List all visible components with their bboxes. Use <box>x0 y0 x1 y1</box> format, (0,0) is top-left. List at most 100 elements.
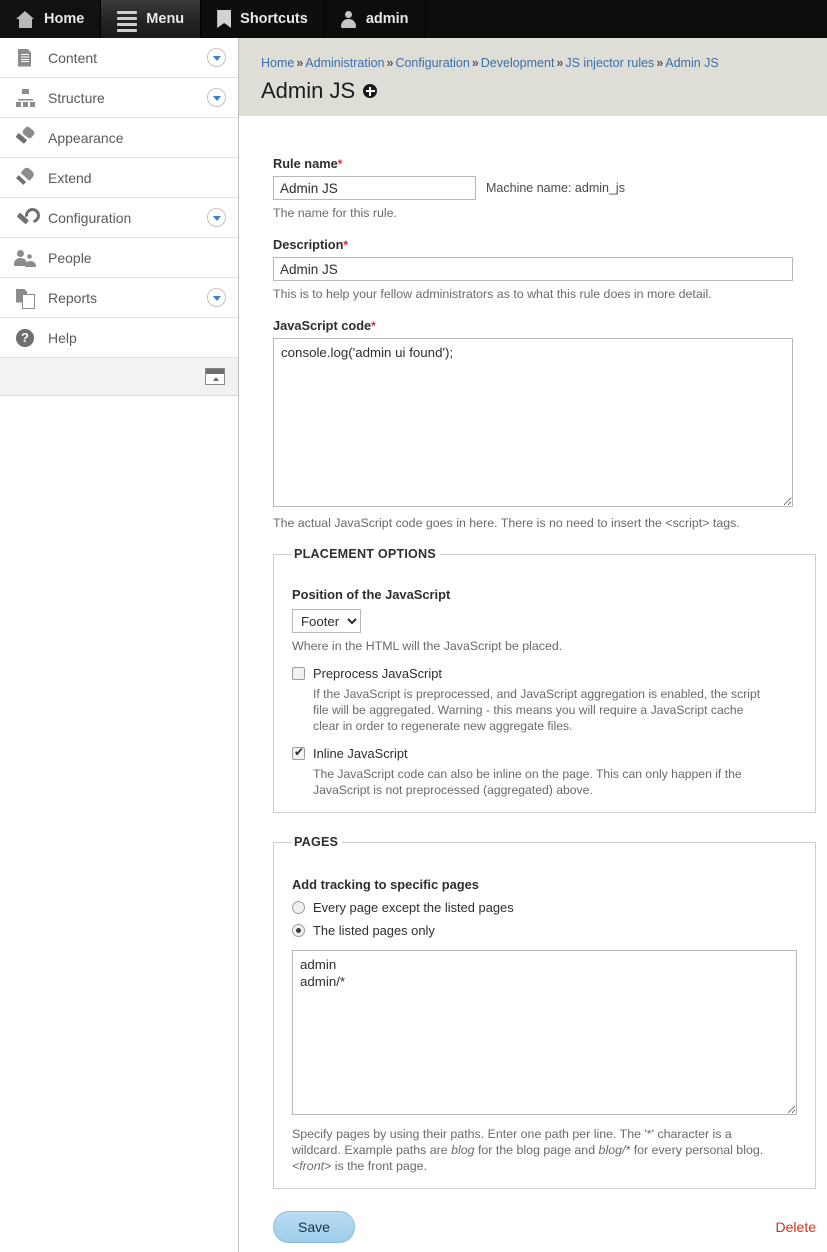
js-code-label-text: JavaScript code <box>273 318 372 333</box>
toolbar-tab-account[interactable]: admin <box>325 0 426 38</box>
radio-every-page-except[interactable] <box>292 901 305 914</box>
admin-menu-sidebar: Content Structure Appearance Extend Conf… <box>0 38 239 1252</box>
js-code-help: The actual JavaScript code goes in here.… <box>273 516 740 530</box>
toolbar-tab-menu[interactable]: Menu <box>101 0 202 38</box>
reports-icon <box>14 287 36 309</box>
preprocess-label: Preprocess JavaScript <box>313 666 442 681</box>
pages-desc-part4: is the front page. <box>331 1159 428 1173</box>
position-select[interactable]: Footer <box>292 609 361 633</box>
inline-checkbox-row[interactable]: Inline JavaScript <box>292 745 797 761</box>
pages-fieldset: PAGES Add tracking to specific pages Eve… <box>273 835 816 1189</box>
radio-listed-pages-only-label: The listed pages only <box>313 923 435 938</box>
pages-paths-textarea[interactable]: admin admin/* <box>292 950 797 1115</box>
hamburger-icon <box>117 11 138 32</box>
radio-row-every-page[interactable]: Every page except the listed pages <box>292 900 797 915</box>
breadcrumb-item-development[interactable]: Development <box>481 56 555 70</box>
sidebar-item-extend[interactable]: Extend <box>0 158 238 198</box>
toolbar-tab-menu-label: Menu <box>146 11 185 27</box>
toolbar-tab-shortcuts-label: Shortcuts <box>240 11 308 27</box>
admin-toolbar: Home Menu Shortcuts admin <box>0 0 827 38</box>
sidebar-item-label: Appearance <box>48 129 124 146</box>
sidebar-item-label: Help <box>48 329 77 346</box>
delete-link[interactable]: Delete <box>776 1219 816 1235</box>
chevron-down-icon-structure[interactable] <box>207 88 226 107</box>
breadcrumb-item-home[interactable]: Home <box>261 56 294 70</box>
field-description: Description* This is to help your fellow… <box>273 237 816 302</box>
rule-name-description: The name for this rule. <box>273 206 397 220</box>
required-marker: * <box>343 238 349 252</box>
pages-legend: PAGES <box>294 835 339 849</box>
pages-desc-em3: <front> <box>292 1159 332 1173</box>
js-injector-rule-form: Rule name* Machine name: admin_js The na… <box>239 116 827 1189</box>
breadcrumb: Home» Administration» Configuration» Develo… <box>261 55 827 72</box>
collapse-sidebar-icon[interactable] <box>205 368 225 385</box>
sidebar-item-configuration[interactable]: Configuration <box>0 198 238 238</box>
sidebar-item-label: Extend <box>48 169 92 186</box>
sidebar-item-label: Structure <box>48 89 105 106</box>
js-code-textarea[interactable]: console.log('admin ui found'); <box>273 338 793 507</box>
add-circle-icon[interactable] <box>363 84 378 98</box>
pages-heading: Add tracking to specific pages <box>292 877 479 892</box>
pages-desc-part2: for the blog page and <box>474 1143 599 1157</box>
preprocess-description: If the JavaScript is preprocessed, and J… <box>313 687 761 733</box>
toolbar-tab-shortcuts[interactable]: Shortcuts <box>201 0 325 38</box>
breadcrumb-item-js-injector-rules[interactable]: JS injector rules <box>565 56 654 70</box>
main-content: Home» Administration» Configuration» Develo… <box>239 38 827 1252</box>
field-rule-name: Rule name* Machine name: admin_js The na… <box>273 156 816 221</box>
home-icon <box>16 10 35 28</box>
rule-name-input[interactable] <box>273 176 476 200</box>
radio-every-page-except-label: Every page except the listed pages <box>313 900 514 915</box>
sidebar-item-help[interactable]: Help <box>0 318 238 358</box>
breadcrumb-separator: » <box>296 56 304 70</box>
save-button[interactable]: Save <box>273 1211 355 1243</box>
preprocess-checkbox[interactable] <box>292 667 305 680</box>
description-help: This is to help your fellow administrato… <box>273 287 712 301</box>
paintbrush-icon <box>14 127 36 149</box>
machine-name-display: Machine name: admin_js <box>486 181 625 195</box>
toolbar-tab-home-label: Home <box>44 11 85 27</box>
breadcrumb-item-configuration[interactable]: Configuration <box>395 56 469 70</box>
sidebar-item-label: Reports <box>48 289 98 306</box>
pages-desc-part3: for every personal blog. <box>630 1143 764 1157</box>
pages-desc-em1: blog <box>451 1143 475 1157</box>
sidebar-item-content[interactable]: Content <box>0 38 238 78</box>
breadcrumb-item-administration[interactable]: Administration <box>305 56 384 70</box>
structure-icon <box>14 87 36 109</box>
radio-listed-pages-only[interactable] <box>292 924 305 937</box>
placement-options-fieldset: PLACEMENT OPTIONS Position of the JavaSc… <box>273 547 816 813</box>
chevron-down-icon-content[interactable] <box>207 48 226 67</box>
sidebar-item-people[interactable]: People <box>0 238 238 278</box>
required-marker: * <box>337 157 343 171</box>
breadcrumb-separator: » <box>471 56 479 70</box>
inline-description: The JavaScript code can also be inline o… <box>313 767 742 797</box>
sidebar-item-structure[interactable]: Structure <box>0 78 238 118</box>
document-icon <box>14 47 36 69</box>
form-actions: Save Delete <box>239 1211 827 1243</box>
wrench-icon <box>14 207 36 229</box>
chevron-down-icon-configuration[interactable] <box>207 208 226 227</box>
sidebar-item-appearance[interactable]: Appearance <box>0 118 238 158</box>
toolbar-tab-home[interactable]: Home <box>0 0 102 38</box>
plug-icon <box>14 167 36 189</box>
people-icon <box>14 247 36 269</box>
inline-label: Inline JavaScript <box>313 746 408 761</box>
sidebar-item-label: Content <box>48 49 98 66</box>
pages-description: Specify pages by using their paths. Ente… <box>292 1126 784 1174</box>
preprocess-checkbox-row[interactable]: Preprocess JavaScript <box>292 666 797 681</box>
page-body: Content Structure Appearance Extend Conf… <box>0 38 827 1252</box>
description-input[interactable] <box>273 257 793 281</box>
inline-checkbox[interactable] <box>292 745 305 760</box>
radio-row-listed-only[interactable]: The listed pages only <box>292 923 797 938</box>
toolbar-tab-account-label: admin <box>365 11 409 27</box>
placement-options-legend: PLACEMENT OPTIONS <box>294 547 436 561</box>
description-label-text: Description <box>273 237 344 252</box>
breadcrumb-separator: » <box>656 56 664 70</box>
description-label: Description* <box>273 237 816 252</box>
user-icon <box>341 10 357 28</box>
question-mark-icon <box>14 327 36 349</box>
breadcrumb-item-admin-js[interactable]: Admin JS <box>665 56 719 70</box>
page-title-text: Admin JS <box>261 78 356 103</box>
chevron-down-icon-reports[interactable] <box>207 288 226 307</box>
position-description: Where in the HTML will the JavaScript be… <box>292 639 563 653</box>
sidebar-item-reports[interactable]: Reports <box>0 278 238 318</box>
